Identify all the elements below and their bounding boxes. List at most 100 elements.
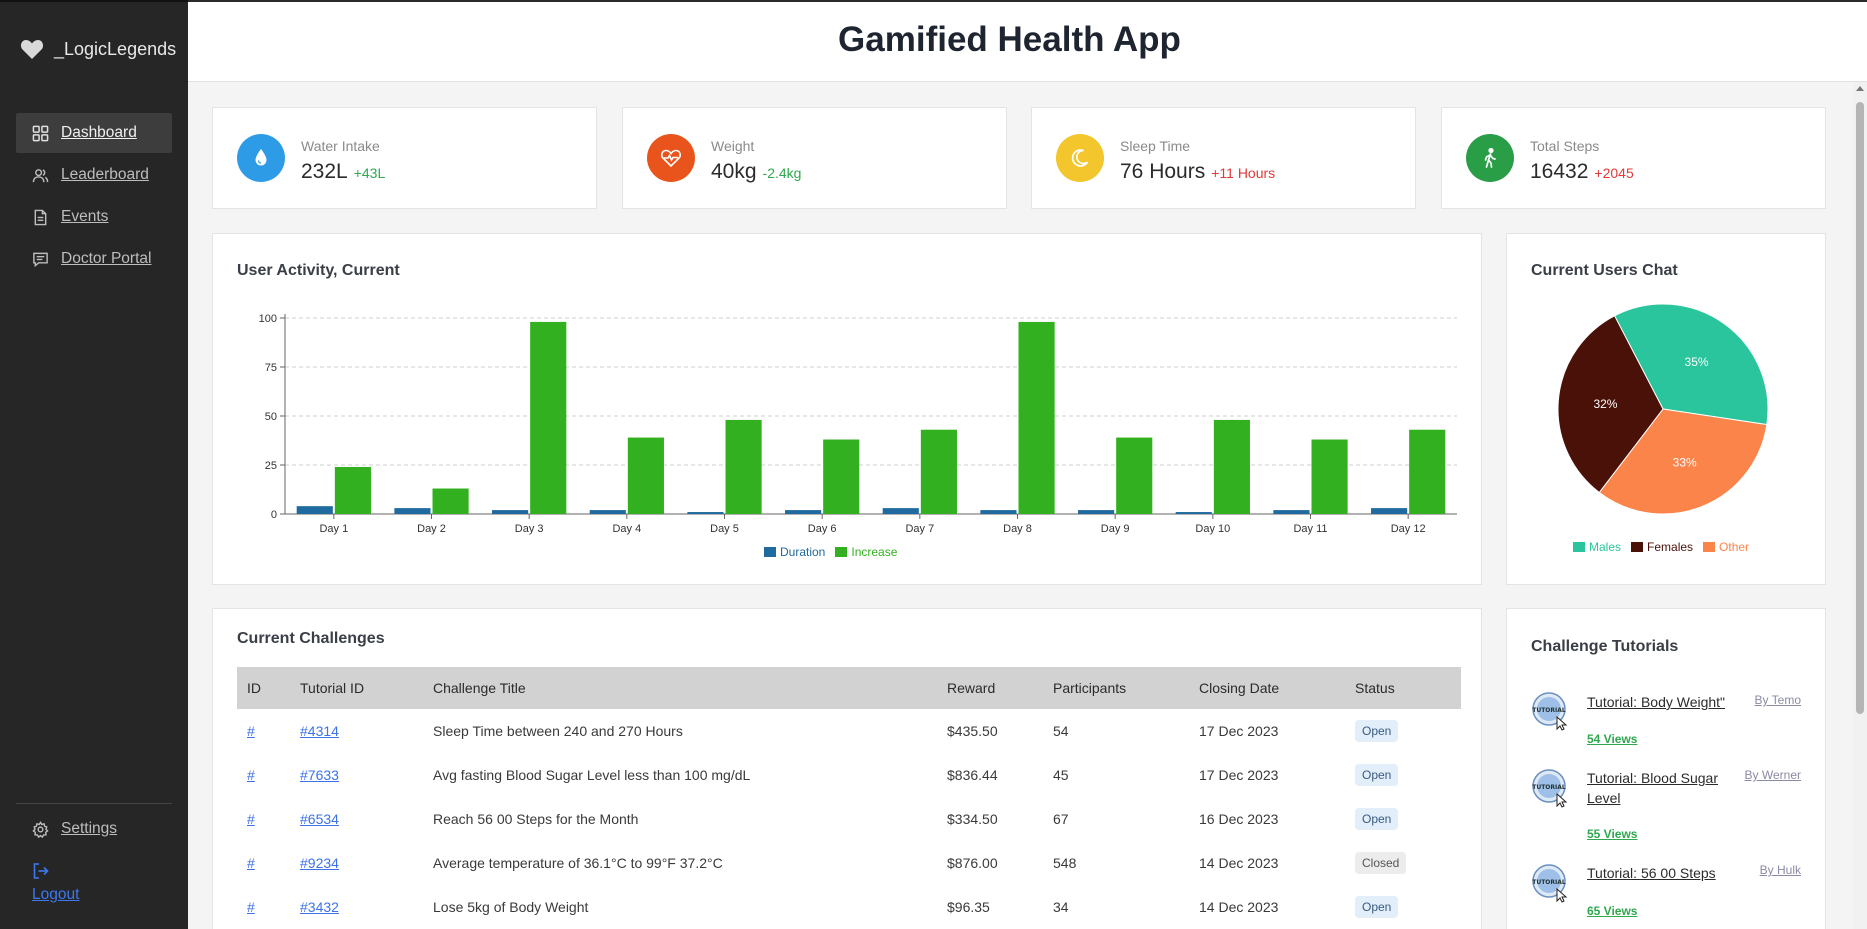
bar-increase [1213,419,1250,514]
stat-value: 76 Hours +11 Hours [1120,160,1276,183]
bar-duration [589,510,626,514]
bar-duration [1078,510,1115,514]
tutorial-id-link[interactable]: #6534 [300,811,339,827]
closing-date: 16 Dec 2023 [1199,811,1279,827]
col-reward: Reward [947,680,996,696]
stat-value: 40kg -2.4kg [711,160,802,183]
participants: 54 [1053,723,1069,739]
table-row: # #7633 Avg fasting Blood Sugar Level le… [237,753,1461,797]
legend-swatch [1703,542,1716,552]
bar-duration [687,512,724,514]
bar-increase [920,429,957,514]
tutorial-author[interactable]: By Hulk [1760,863,1801,877]
challenges-table-wrap: ID Tutorial ID Challenge Title Reward Pa… [237,667,1461,929]
logout-label: Logout [32,886,80,903]
bar-duration [492,510,529,514]
row-id-link[interactable]: # [247,767,255,783]
tutorial-id-link[interactable]: #7633 [300,767,339,783]
users-icon [32,168,49,182]
table-row: # #4314 Sleep Time between 240 and 270 H… [237,709,1461,753]
stat-value: 232L +43L [301,160,386,183]
col-status: Status [1355,680,1395,696]
challenge-title: Lose 5kg of Body Weight [433,899,589,915]
settings-link[interactable]: Settings [32,820,117,838]
y-tick-label: 75 [265,362,277,374]
sidebar-item-doctor-portal[interactable]: Doctor Portal [16,239,172,279]
x-tick-label: Day 10 [1195,523,1230,535]
x-tick-label: Day 4 [612,523,641,535]
tutorial-views[interactable]: 54 Views [1587,732,1637,746]
status-badge: Open [1355,808,1399,830]
heart-icon [20,40,44,59]
col-participants: Participants [1053,680,1127,696]
table-row: # #3432 Lose 5kg of Body Weight $96.35 3… [237,885,1461,929]
sidebar: _LogicLegends Dashboard Leaderboard Even… [0,0,188,929]
bar-increase [1116,437,1153,514]
legend-swatch [1573,542,1585,552]
tutorial-views[interactable]: 55 Views [1587,827,1637,841]
row-id-link[interactable]: # [247,811,255,827]
col-tutorial-id: Tutorial ID [300,680,365,696]
sidebar-item-dashboard[interactable]: Dashboard [16,113,172,153]
x-tick-label: Day 12 [1391,523,1426,535]
challenge-title: Sleep Time between 240 and 270 Hours [433,723,683,739]
legend-item[interactable]: Increase [835,545,897,559]
sidebar-item-label: Leaderboard [61,166,149,183]
legend-label: Other [1719,540,1750,554]
col-challenge-title: Challenge Title [433,680,526,696]
closing-date: 14 Dec 2023 [1199,855,1279,871]
status-badge: Open [1355,720,1399,742]
stat-card-sleep: Sleep Time 76 Hours +11 Hours [1031,107,1416,209]
scroll-thumb[interactable] [1856,102,1864,714]
users-chat-card: Current Users Chat 35% 33% 32% Males Female… [1506,233,1826,585]
scrollbar[interactable] [1853,82,1867,929]
tutorial-id-link[interactable]: #3432 [300,899,339,915]
row-id-link[interactable]: # [247,723,255,739]
stat-label: Weight [711,138,755,154]
tutorial-id-link[interactable]: #9234 [300,855,339,871]
legend-item[interactable]: Females [1631,540,1693,554]
bar-duration [1175,512,1212,514]
bar-increase [432,488,469,514]
x-tick-label: Day 7 [905,523,934,535]
sidebar-item-events[interactable]: Events [16,197,172,237]
pie-slice-label: 32% [1593,397,1617,411]
tutorial-author[interactable]: By Werner [1745,768,1801,782]
row-id-link[interactable]: # [247,855,255,871]
bar-duration [1273,510,1310,514]
tutorial-title[interactable]: Tutorial: Body Weight" [1587,692,1737,712]
scroll-up-arrow[interactable] [1856,86,1864,91]
brand[interactable]: _LogicLegends [20,38,176,60]
legend-swatch [764,547,776,557]
status-badge: Closed [1355,852,1407,874]
legend-item[interactable]: Other [1703,540,1749,554]
tutorial-views[interactable]: 65 Views [1587,904,1637,918]
page-header: Gamified Health App [188,0,1867,82]
row-id-link[interactable]: # [247,899,255,915]
activity-card: User Activity, Current 0 25 50 75 100 Day 1 Da… [212,233,1482,585]
logout-link[interactable]: Logout [32,862,79,904]
col-id: ID [247,680,261,696]
tutorials-title: Challenge Tutorials [1531,638,1679,655]
stat-delta: +11 Hours [1211,165,1276,181]
participants: 67 [1053,811,1069,827]
document-icon [34,209,47,225]
closing-date: 14 Dec 2023 [1199,899,1279,915]
tutorial-title[interactable]: Tutorial: 56 00 Steps [1587,863,1737,883]
reward: $435.50 [947,723,998,739]
stat-value: 16432 +2045 [1530,160,1634,183]
col-closing-date: Closing Date [1199,680,1280,696]
legend-item[interactable]: Duration [764,545,825,559]
sidebar-item-leaderboard[interactable]: Leaderboard [16,155,172,195]
legend-label: Increase [851,545,898,559]
tutorial-cursor-icon: TUTORIAL [1532,692,1568,731]
bar-increase [1018,321,1055,514]
tutorial-title[interactable]: Tutorial: Blood Sugar Level [1587,768,1737,808]
tutorial-author[interactable]: By Temo [1755,693,1801,707]
tutorial-id-link[interactable]: #4314 [300,723,339,739]
sidebar-item-label: Doctor Portal [61,250,152,267]
legend-item[interactable]: Males [1573,540,1621,554]
gear-icon [32,820,49,838]
y-tick-label: 0 [271,509,277,521]
x-tick-label: Day 6 [808,523,837,535]
